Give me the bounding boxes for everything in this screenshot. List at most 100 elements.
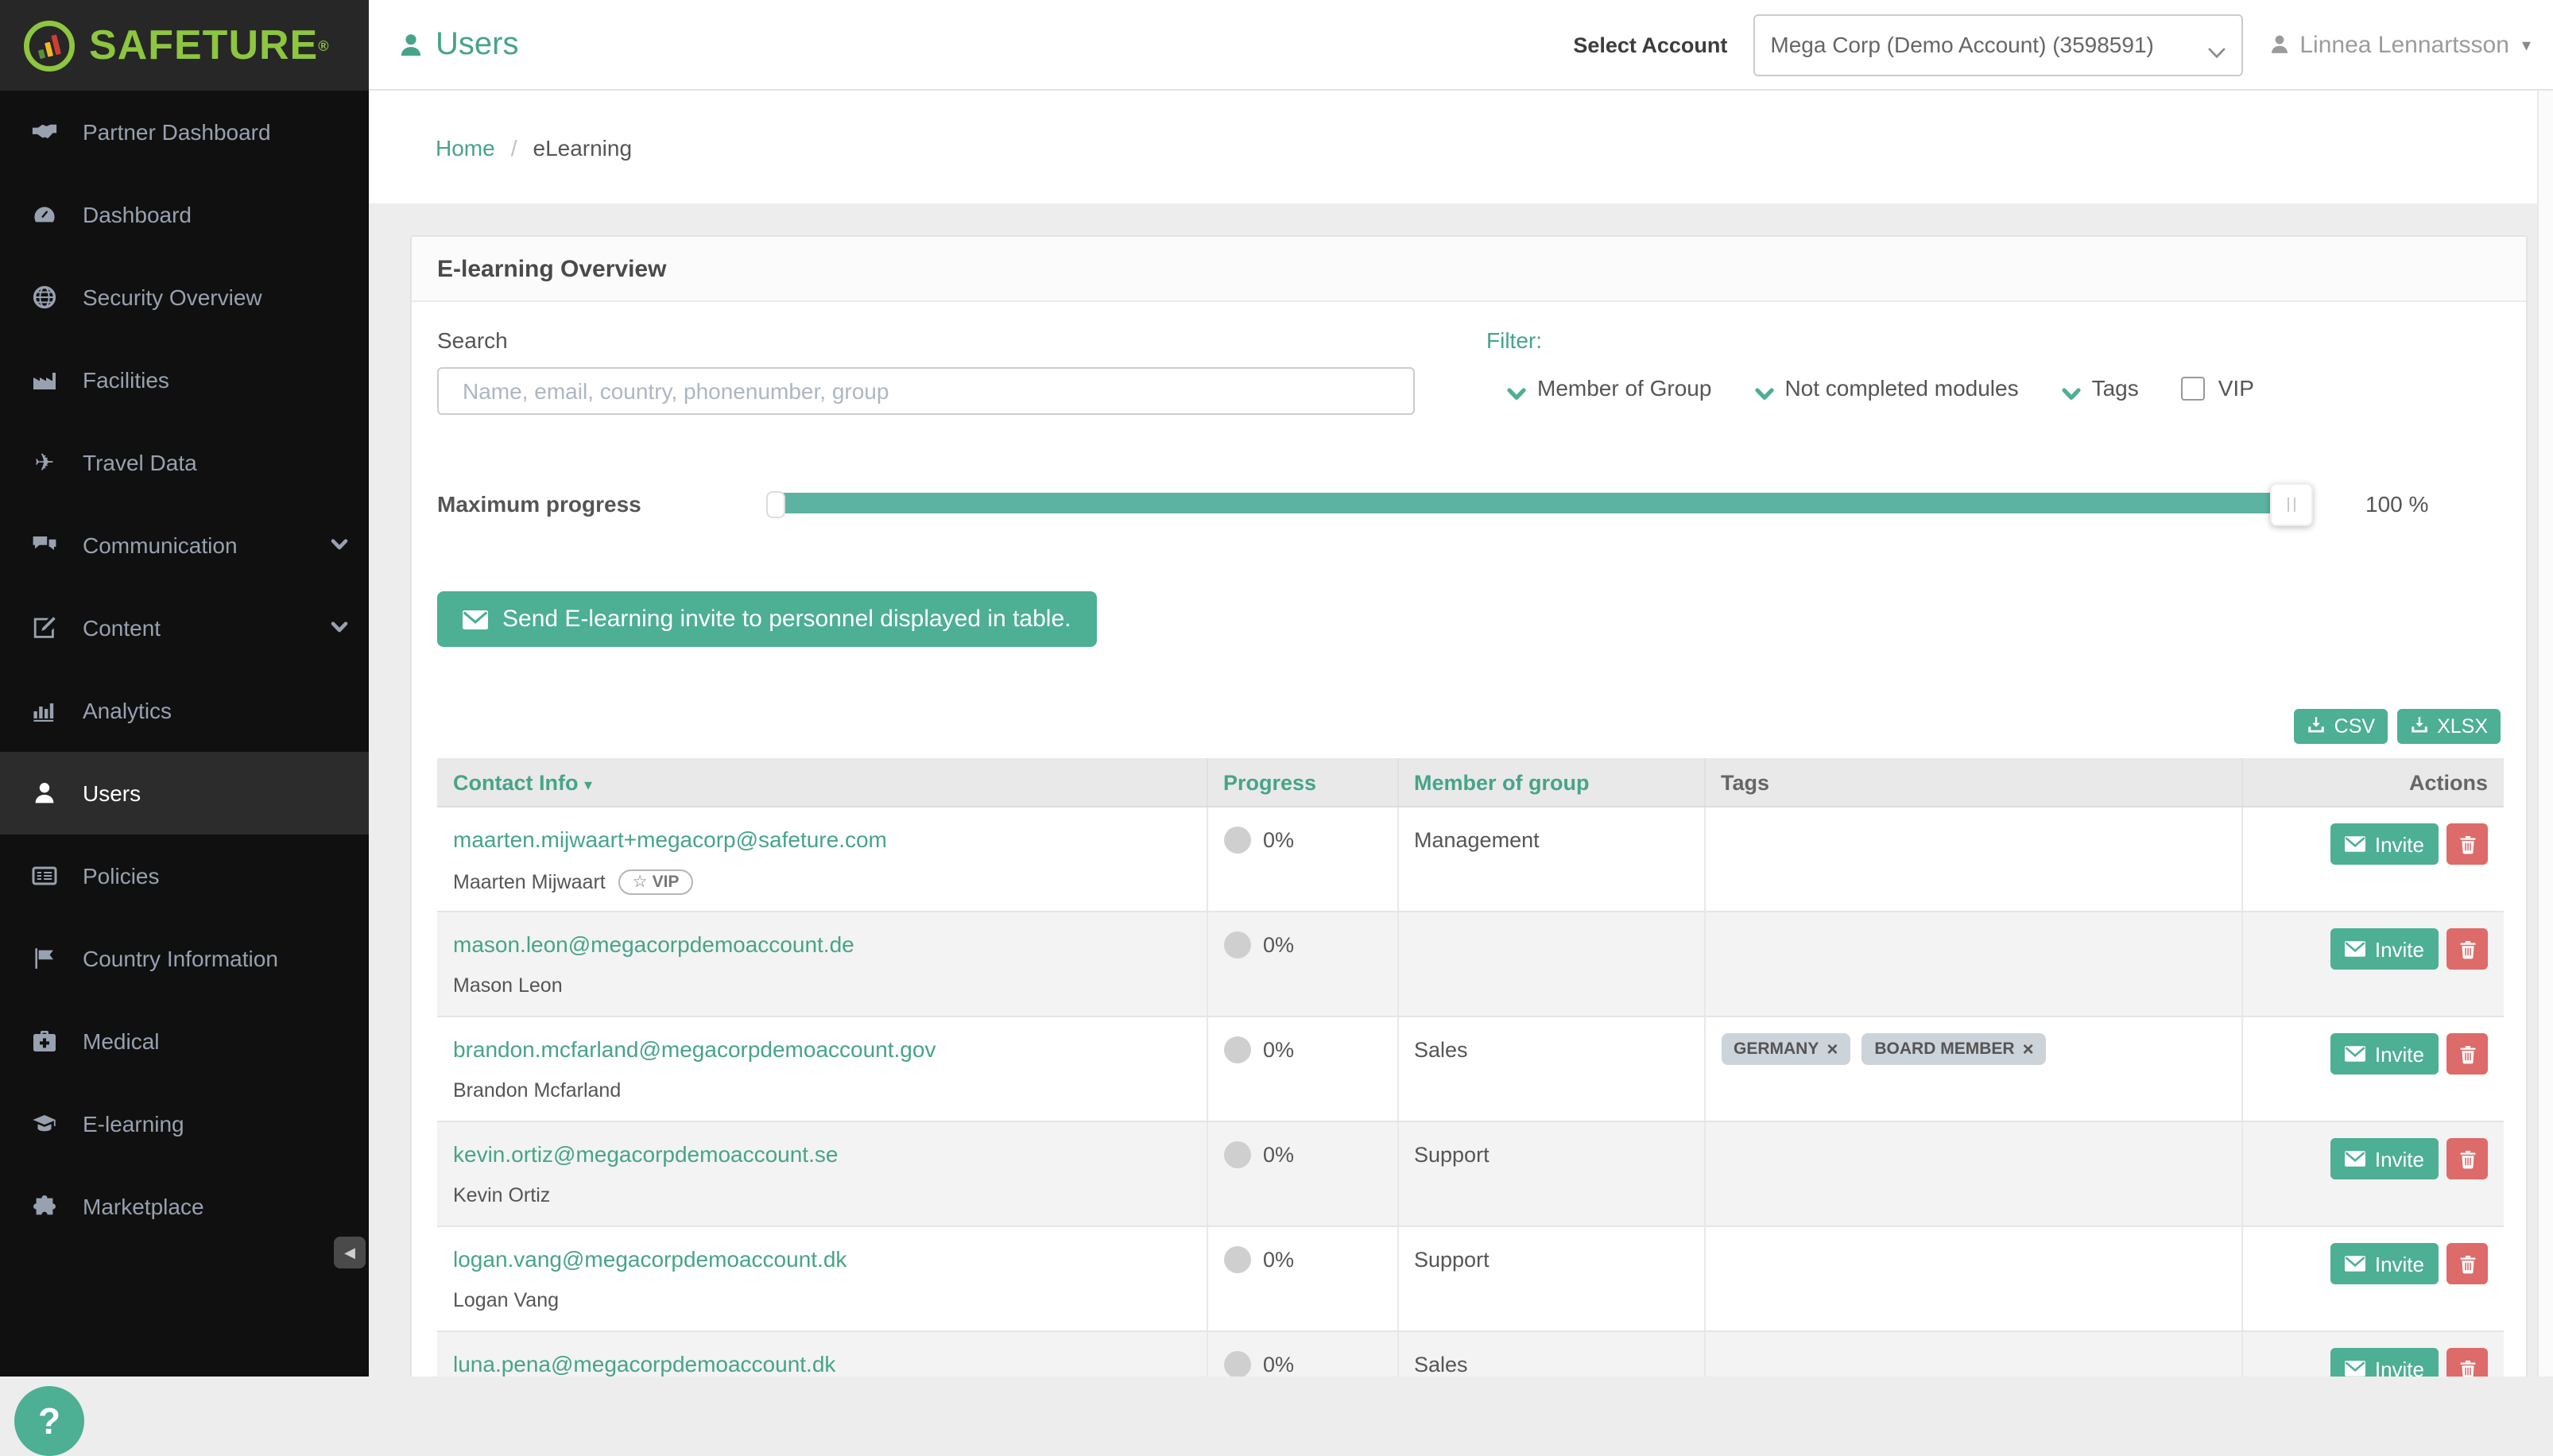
envelope-icon	[2345, 1256, 2365, 1272]
sidebar-collapse-button[interactable]: ◀	[334, 1237, 366, 1268]
trash-icon	[2458, 1253, 2476, 1274]
export-csv-button[interactable]: CSV	[2295, 709, 2388, 744]
table-row: brandon.mcfarland@megacorpdemoaccount.go…	[437, 1016, 2504, 1121]
sidebar-item-communication[interactable]: Communication	[0, 504, 369, 587]
delete-button[interactable]	[2446, 1243, 2488, 1284]
top-bar: Users Select Account Mega Corp (Demo Acc…	[369, 0, 2553, 91]
progress-slider-handle[interactable]	[2270, 483, 2313, 526]
delete-button[interactable]	[2446, 1138, 2488, 1179]
user-email-link[interactable]: logan.vang@megacorpdemoaccount.dk	[453, 1246, 846, 1272]
progress-cell: 0%	[1223, 1141, 1381, 1168]
column-header-actions: Actions	[2241, 758, 2504, 807]
graduation-cap-icon	[29, 1111, 60, 1137]
sidebar-item-country-information[interactable]: Country Information	[0, 917, 369, 1000]
tag-chip[interactable]: BOARD MEMBER×	[1861, 1033, 2046, 1065]
scrollbar[interactable]	[2537, 91, 2553, 1377]
sidebar-item-facilities[interactable]: Facilities	[0, 339, 369, 421]
envelope-icon	[2345, 1151, 2365, 1167]
filter-option-tags[interactable]: Tags	[2062, 375, 2139, 401]
sidebar-nav: Partner Dashboard Dashboard Security Ove…	[0, 91, 369, 1377]
safeture-logo-icon	[22, 18, 76, 72]
account-select[interactable]: Mega Corp (Demo Account) (3598591)	[1753, 14, 2242, 76]
download-icon	[2307, 714, 2326, 738]
sidebar-item-marketplace[interactable]: Marketplace	[0, 1165, 369, 1248]
trash-icon	[2458, 1044, 2476, 1064]
card-title: E-learning Overview	[412, 237, 2526, 302]
invite-button[interactable]: Invite	[2330, 1348, 2439, 1377]
comments-icon	[29, 532, 60, 558]
user-email-link[interactable]: luna.pena@megacorpdemoaccount.dk	[453, 1351, 835, 1377]
send-invite-all-button[interactable]: Send E-learning invite to personnel disp…	[437, 591, 1096, 647]
brand-logo[interactable]: SAFETURE®	[0, 0, 369, 91]
progress-slider	[766, 493, 2340, 513]
invite-button[interactable]: Invite	[2330, 1033, 2439, 1075]
page-title-text: Users	[436, 26, 518, 63]
invite-button[interactable]: Invite	[2330, 1138, 2439, 1179]
vip-badge: ☆VIP	[618, 869, 694, 895]
table-row: mason.leon@megacorpdemoaccount.de Mason …	[437, 912, 2504, 1016]
registered-mark: ®	[318, 37, 328, 53]
list-icon	[29, 863, 60, 889]
sidebar-item-content[interactable]: Content	[0, 587, 369, 669]
user-email-link[interactable]: kevin.ortiz@megacorpdemoaccount.se	[453, 1141, 838, 1167]
breadcrumb-home-link[interactable]: Home	[436, 134, 495, 160]
sidebar-item-security-overview[interactable]: Security Overview	[0, 256, 369, 339]
column-header-member-of-group[interactable]: Member of group	[1397, 758, 1704, 807]
breadcrumb: Home / eLearning	[369, 91, 2553, 203]
remove-tag-icon[interactable]: ×	[1827, 1040, 1838, 1059]
account-select-value: Mega Corp (Demo Account) (3598591)	[1770, 32, 2195, 57]
progress-cell: 0%	[1223, 1351, 1381, 1377]
sort-caret-icon: ▾	[584, 776, 592, 794]
globe-icon	[29, 285, 60, 310]
sidebar-item-travel-data[interactable]: ✈ Travel Data	[0, 421, 369, 504]
sidebar-item-policies[interactable]: Policies	[0, 834, 369, 917]
plane-icon: ✈	[29, 451, 60, 474]
breadcrumb-current: eLearning	[533, 134, 633, 160]
filter-option-not-completed-modules[interactable]: Not completed modules	[1754, 375, 2018, 401]
sidebar-item-users[interactable]: Users	[0, 752, 369, 834]
user-email-link[interactable]: brandon.mcfarland@megacorpdemoaccount.go…	[453, 1036, 936, 1062]
column-header-tags: Tags	[1704, 758, 2241, 807]
invite-button[interactable]: Invite	[2330, 1243, 2439, 1284]
progress-cell: 0%	[1223, 827, 1381, 854]
search-input[interactable]	[437, 367, 1415, 415]
user-email-link[interactable]: maarten.mijwaart+megacorp@safeture.com	[453, 827, 887, 852]
progress-dot-icon	[1223, 827, 1250, 854]
delete-button[interactable]	[2446, 823, 2488, 865]
user-menu[interactable]: Linnea Lennartsson ▾	[2268, 31, 2531, 58]
table-header-row: Contact Info ▾ Progress Member of group …	[437, 758, 2504, 807]
user-email-link[interactable]: mason.leon@megacorpdemoaccount.de	[453, 931, 854, 957]
star-icon: ☆	[633, 873, 648, 892]
help-button[interactable]: ?	[14, 1386, 84, 1456]
vip-checkbox[interactable]	[2182, 376, 2206, 400]
remove-tag-icon[interactable]: ×	[2023, 1040, 2034, 1059]
export-xlsx-button[interactable]: XLSX	[2397, 709, 2501, 744]
delete-button[interactable]	[2446, 1033, 2488, 1075]
sidebar-item-analytics[interactable]: Analytics	[0, 669, 369, 752]
delete-button[interactable]	[2446, 928, 2488, 970]
invite-button[interactable]: Invite	[2330, 823, 2439, 865]
table-row: luna.pena@megacorpdemoaccount.dk Luna Pe…	[437, 1331, 2504, 1377]
member-of-group-cell: Sales	[1414, 1348, 1687, 1377]
delete-button[interactable]	[2446, 1348, 2488, 1377]
progress-dot-icon	[1223, 1036, 1250, 1063]
filter-option-member-of-group[interactable]: Member of Group	[1507, 375, 1711, 401]
user-name: Logan Vang	[453, 1289, 1190, 1311]
chevron-down-icon	[2062, 381, 2081, 395]
download-icon	[2410, 714, 2429, 738]
progress-slider-min-handle[interactable]	[766, 491, 785, 518]
chevron-down-icon	[331, 622, 350, 634]
member-of-group-cell: Support	[1414, 1138, 1687, 1167]
sidebar-item-medical[interactable]: Medical	[0, 1000, 369, 1082]
sidebar-item-dashboard[interactable]: Dashboard	[0, 173, 369, 256]
users-table: Contact Info ▾ Progress Member of group …	[437, 758, 2504, 1377]
column-header-contact-info[interactable]: Contact Info ▾	[437, 758, 1207, 807]
invite-button[interactable]: Invite	[2330, 928, 2439, 970]
sidebar-item-e-learning[interactable]: E-learning	[0, 1082, 369, 1165]
tag-chip[interactable]: GERMANY×	[1721, 1033, 1850, 1065]
handshake-icon	[29, 119, 60, 145]
medkit-icon	[29, 1028, 60, 1054]
sidebar-item-partner-dashboard[interactable]: Partner Dashboard	[0, 91, 369, 173]
column-header-progress[interactable]: Progress	[1207, 758, 1397, 807]
member-of-group-cell	[1414, 928, 1687, 933]
